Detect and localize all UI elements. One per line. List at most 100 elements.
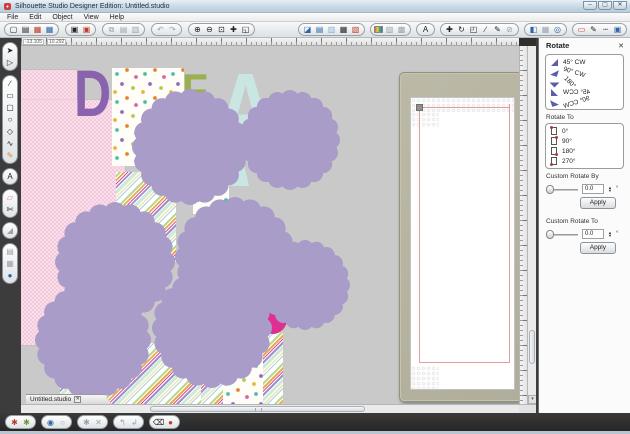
rectangle-icon[interactable]: ▭	[4, 90, 16, 101]
scallop-circle-6[interactable]	[35, 282, 151, 398]
ellipse-icon[interactable]: ○	[4, 114, 16, 125]
polygon-icon[interactable]: ◇	[4, 126, 16, 137]
library-icon[interactable]: ▦	[4, 258, 16, 269]
rotate-by-input[interactable]: 0.0	[582, 184, 604, 194]
perforation-icon[interactable]: ┄	[600, 24, 611, 35]
copy-icon[interactable]: ⧉	[106, 24, 117, 35]
record-icon[interactable]: ●	[165, 417, 176, 428]
red-flower-icon[interactable]: ✱	[9, 417, 20, 428]
design-page-icon[interactable]: ◪	[302, 24, 313, 35]
page-icon[interactable]: ▤	[4, 246, 16, 257]
draw-icon[interactable]: ✎	[4, 150, 16, 161]
grid-icon[interactable]: ▦	[540, 24, 551, 35]
print-icon[interactable]: ▣	[69, 24, 80, 35]
undo-icon[interactable]: ↶	[155, 24, 166, 35]
fill-gradient-icon[interactable]: ▩	[396, 24, 407, 35]
move-icon[interactable]: ✚	[444, 24, 455, 35]
rotate-by-slider[interactable]	[546, 184, 578, 194]
close-button[interactable]: ✕	[613, 1, 627, 10]
fit-page-icon[interactable]: ◱	[240, 24, 251, 35]
save-as-icon[interactable]: ▦	[44, 24, 55, 35]
panel-close-icon[interactable]: ✕	[618, 42, 624, 50]
fill-pattern-icon[interactable]: ▨	[384, 24, 395, 35]
rotate-to-slider[interactable]	[546, 229, 578, 239]
document-tab[interactable]: Untitled.studio ✕	[26, 394, 112, 404]
pen-icon[interactable]: ✎	[588, 24, 599, 35]
zoom-in-icon[interactable]: ⊕	[192, 24, 203, 35]
menu-item[interactable]: Help	[110, 14, 124, 21]
text-tool-icon[interactable]: A	[4, 171, 16, 182]
shadow-icon[interactable]: ◢	[4, 225, 16, 236]
rotate-45-cw[interactable]: 45° CW	[546, 57, 623, 67]
arrow-up-icon[interactable]: ↰	[117, 417, 128, 428]
curve-icon[interactable]: ∿	[4, 138, 16, 149]
rotate-to-180[interactable]: 180°	[546, 146, 623, 156]
store-icon[interactable]: ●	[4, 270, 16, 281]
scallop-circle-1[interactable]	[132, 89, 248, 205]
slider-thumb[interactable]	[546, 229, 554, 239]
stepper-down-icon[interactable]: ▼	[608, 234, 612, 238]
drag-zoom-icon[interactable]: ⊡	[216, 24, 227, 35]
apply-rotate-by-button[interactable]: Apply	[579, 197, 616, 209]
orientation-icon[interactable]: ▦	[338, 24, 349, 35]
eraser-icon[interactable]: ⌫	[153, 417, 164, 428]
design-canvas[interactable]: D F A	[21, 46, 519, 404]
select-icon[interactable]: ➤	[4, 45, 16, 56]
mat-visibility-icon[interactable]: ▥	[326, 24, 337, 35]
text-style-icon[interactable]: A	[420, 24, 431, 35]
letter-d[interactable]: D	[74, 60, 111, 127]
rotate-by-stepper[interactable]: ▲ ▼	[608, 185, 612, 193]
scallop-circle-2[interactable]	[240, 90, 340, 190]
line-style-icon[interactable]: ∕	[480, 24, 491, 35]
vertical-scrollbar[interactable]: ▾	[527, 46, 537, 404]
paste-front-icon[interactable]: ▥	[130, 24, 141, 35]
menu-item[interactable]: Object	[52, 14, 72, 21]
rotate-to-input[interactable]: 0.0	[582, 229, 604, 239]
line-icon[interactable]: ∕	[4, 78, 16, 89]
rotate-to-90[interactable]: 90°	[546, 136, 623, 146]
rotate-180[interactable]: 180°	[546, 75, 623, 89]
maximize-button[interactable]: ▢	[598, 1, 612, 10]
trace-icon[interactable]: ◧	[528, 24, 539, 35]
mat-blue-icon[interactable]: ▣	[612, 24, 623, 35]
rotate-to-0[interactable]: 0°	[546, 126, 623, 136]
rotate-icon[interactable]: ↻	[456, 24, 467, 35]
apply-rotate-to-button[interactable]: Apply	[579, 242, 616, 254]
rotate-to-270[interactable]: 270°	[546, 156, 623, 166]
minimize-button[interactable]: –	[583, 1, 597, 10]
gray-flower-icon[interactable]: ✱	[81, 417, 92, 428]
fill-color-icon[interactable]	[374, 26, 383, 33]
scallop-circle-5[interactable]	[260, 240, 350, 330]
edit-points-icon[interactable]: ✎	[492, 24, 503, 35]
pan-icon[interactable]: ✚	[228, 24, 239, 35]
tab-close-icon[interactable]: ✕	[74, 396, 81, 403]
menu-item[interactable]: View	[84, 14, 99, 21]
stepper-down-icon[interactable]: ▼	[608, 189, 612, 193]
scale-icon[interactable]: ◰	[468, 24, 479, 35]
save-icon[interactable]: ▦	[32, 24, 43, 35]
arrow-down-icon[interactable]: ↲	[129, 417, 140, 428]
rotate-90-cw[interactable]: 90° CW	[546, 65, 623, 79]
lock-icon[interactable]: ⊘	[504, 24, 515, 35]
slider-thumb[interactable]	[546, 184, 554, 194]
rotate-to-stepper[interactable]: ▲ ▼	[608, 230, 612, 238]
page-color-icon[interactable]: ▤	[314, 24, 325, 35]
horizontal-scrollbar[interactable]	[21, 404, 519, 413]
margins-icon[interactable]: ▧	[350, 24, 361, 35]
rounded-rect-icon[interactable]: ▢	[4, 102, 16, 113]
vertical-scroll-thumb[interactable]	[529, 330, 535, 364]
new-document-icon[interactable]: ▢	[8, 24, 19, 35]
zoom-out-icon[interactable]: ⊖	[204, 24, 215, 35]
print-setup-icon[interactable]: ▣	[81, 24, 92, 35]
margin-handle[interactable]	[416, 104, 423, 111]
page[interactable]	[410, 97, 515, 390]
rotate-90-ccw[interactable]: 90° CCW	[546, 94, 623, 110]
open-icon[interactable]: ▤	[20, 24, 31, 35]
edit-points-icon[interactable]: ▷	[4, 57, 16, 68]
paste-icon[interactable]: ▤	[118, 24, 129, 35]
eraser-tool-icon[interactable]: ▱	[4, 192, 16, 203]
horizontal-scroll-thumb[interactable]	[150, 406, 365, 412]
cut-border-icon[interactable]: ▭	[576, 24, 587, 35]
green-flower-icon[interactable]: ✱	[21, 417, 32, 428]
menu-item[interactable]: Edit	[29, 14, 41, 21]
